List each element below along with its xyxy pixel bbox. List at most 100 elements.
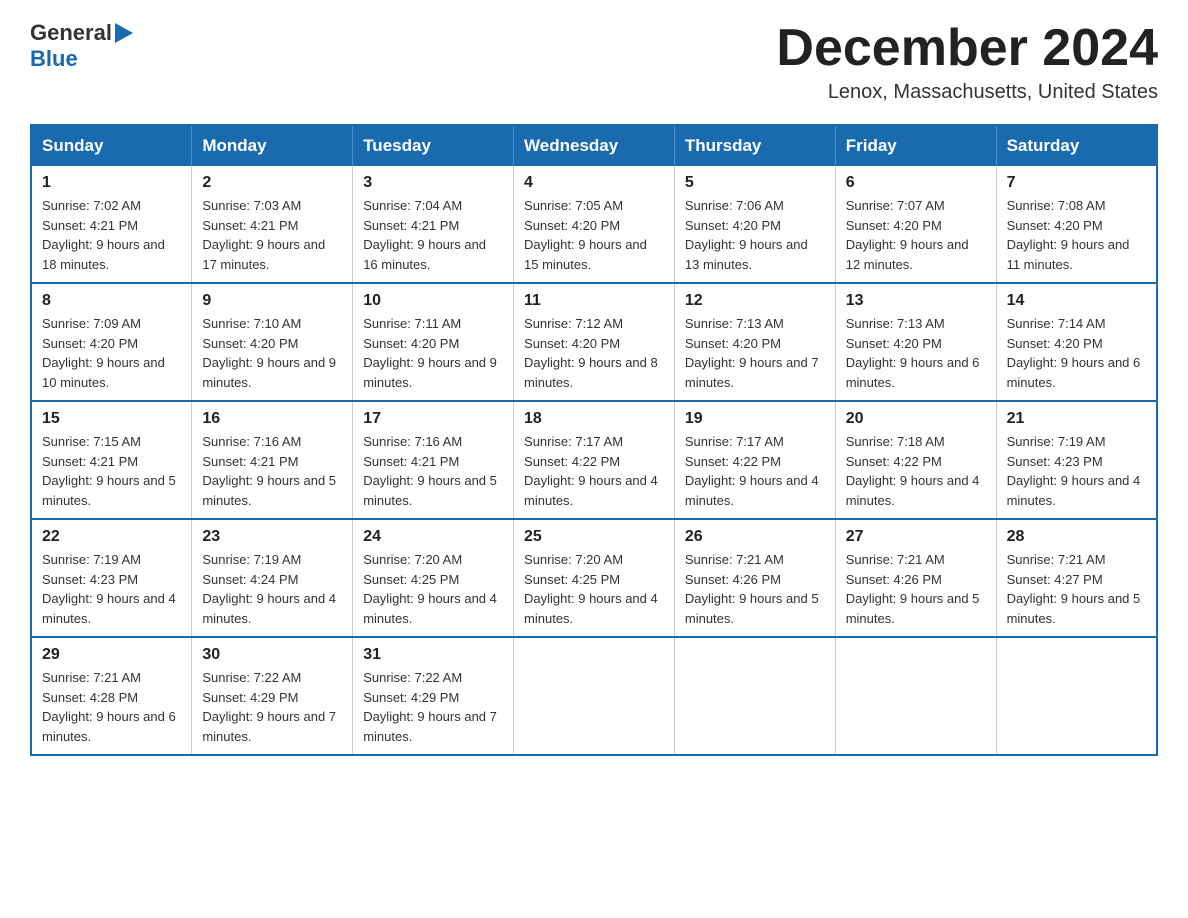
day-number: 2: [202, 174, 342, 192]
day-number: 26: [685, 528, 825, 546]
day-number: 24: [363, 528, 503, 546]
day-info: Sunrise: 7:07 AM Sunset: 4:20 PM Dayligh…: [846, 196, 986, 274]
calendar-cell: [674, 637, 835, 755]
day-number: 18: [524, 410, 664, 428]
day-info: Sunrise: 7:16 AM Sunset: 4:21 PM Dayligh…: [363, 432, 503, 510]
day-number: 29: [42, 646, 181, 664]
calendar-cell: 21 Sunrise: 7:19 AM Sunset: 4:23 PM Dayl…: [996, 401, 1157, 519]
calendar-cell: 4 Sunrise: 7:05 AM Sunset: 4:20 PM Dayli…: [514, 166, 675, 283]
day-info: Sunrise: 7:02 AM Sunset: 4:21 PM Dayligh…: [42, 196, 181, 274]
day-number: 11: [524, 292, 664, 310]
calendar-cell: 2 Sunrise: 7:03 AM Sunset: 4:21 PM Dayli…: [192, 166, 353, 283]
day-info: Sunrise: 7:16 AM Sunset: 4:21 PM Dayligh…: [202, 432, 342, 510]
location-text: Lenox, Massachusetts, United States: [776, 81, 1158, 104]
day-info: Sunrise: 7:14 AM Sunset: 4:20 PM Dayligh…: [1007, 314, 1146, 392]
calendar-header-thursday: Thursday: [674, 125, 835, 166]
calendar-cell: 18 Sunrise: 7:17 AM Sunset: 4:22 PM Dayl…: [514, 401, 675, 519]
calendar-cell: 13 Sunrise: 7:13 AM Sunset: 4:20 PM Dayl…: [835, 283, 996, 401]
calendar-cell: 14 Sunrise: 7:14 AM Sunset: 4:20 PM Dayl…: [996, 283, 1157, 401]
calendar-header-saturday: Saturday: [996, 125, 1157, 166]
day-info: Sunrise: 7:22 AM Sunset: 4:29 PM Dayligh…: [363, 668, 503, 746]
calendar-cell: 10 Sunrise: 7:11 AM Sunset: 4:20 PM Dayl…: [353, 283, 514, 401]
day-info: Sunrise: 7:05 AM Sunset: 4:20 PM Dayligh…: [524, 196, 664, 274]
month-title: December 2024: [776, 20, 1158, 77]
day-number: 4: [524, 174, 664, 192]
day-info: Sunrise: 7:09 AM Sunset: 4:20 PM Dayligh…: [42, 314, 181, 392]
day-info: Sunrise: 7:04 AM Sunset: 4:21 PM Dayligh…: [363, 196, 503, 274]
page-header: General Blue December 2024 Lenox, Massac…: [30, 20, 1158, 104]
calendar-week-row: 15 Sunrise: 7:15 AM Sunset: 4:21 PM Dayl…: [31, 401, 1157, 519]
calendar-cell: 3 Sunrise: 7:04 AM Sunset: 4:21 PM Dayli…: [353, 166, 514, 283]
calendar-header-friday: Friday: [835, 125, 996, 166]
day-number: 7: [1007, 174, 1146, 192]
day-info: Sunrise: 7:19 AM Sunset: 4:24 PM Dayligh…: [202, 550, 342, 628]
calendar-cell: [835, 637, 996, 755]
day-number: 15: [42, 410, 181, 428]
day-info: Sunrise: 7:19 AM Sunset: 4:23 PM Dayligh…: [1007, 432, 1146, 510]
day-number: 22: [42, 528, 181, 546]
calendar-header-monday: Monday: [192, 125, 353, 166]
calendar-week-row: 8 Sunrise: 7:09 AM Sunset: 4:20 PM Dayli…: [31, 283, 1157, 401]
day-number: 9: [202, 292, 342, 310]
day-number: 3: [363, 174, 503, 192]
calendar-cell: 22 Sunrise: 7:19 AM Sunset: 4:23 PM Dayl…: [31, 519, 192, 637]
calendar-cell: 29 Sunrise: 7:21 AM Sunset: 4:28 PM Dayl…: [31, 637, 192, 755]
calendar-table: SundayMondayTuesdayWednesdayThursdayFrid…: [30, 124, 1158, 756]
calendar-cell: 11 Sunrise: 7:12 AM Sunset: 4:20 PM Dayl…: [514, 283, 675, 401]
calendar-cell: 19 Sunrise: 7:17 AM Sunset: 4:22 PM Dayl…: [674, 401, 835, 519]
logo-general-text: General: [30, 20, 112, 46]
calendar-cell: 15 Sunrise: 7:15 AM Sunset: 4:21 PM Dayl…: [31, 401, 192, 519]
day-number: 21: [1007, 410, 1146, 428]
day-number: 14: [1007, 292, 1146, 310]
day-number: 16: [202, 410, 342, 428]
calendar-header-tuesday: Tuesday: [353, 125, 514, 166]
calendar-cell: 27 Sunrise: 7:21 AM Sunset: 4:26 PM Dayl…: [835, 519, 996, 637]
day-number: 17: [363, 410, 503, 428]
day-number: 1: [42, 174, 181, 192]
day-number: 28: [1007, 528, 1146, 546]
logo: General Blue: [30, 20, 133, 72]
day-info: Sunrise: 7:10 AM Sunset: 4:20 PM Dayligh…: [202, 314, 342, 392]
calendar-cell: 8 Sunrise: 7:09 AM Sunset: 4:20 PM Dayli…: [31, 283, 192, 401]
day-number: 30: [202, 646, 342, 664]
day-info: Sunrise: 7:03 AM Sunset: 4:21 PM Dayligh…: [202, 196, 342, 274]
day-number: 5: [685, 174, 825, 192]
calendar-cell: 28 Sunrise: 7:21 AM Sunset: 4:27 PM Dayl…: [996, 519, 1157, 637]
title-block: December 2024 Lenox, Massachusetts, Unit…: [776, 20, 1158, 104]
calendar-cell: 30 Sunrise: 7:22 AM Sunset: 4:29 PM Dayl…: [192, 637, 353, 755]
calendar-cell: 12 Sunrise: 7:13 AM Sunset: 4:20 PM Dayl…: [674, 283, 835, 401]
day-info: Sunrise: 7:22 AM Sunset: 4:29 PM Dayligh…: [202, 668, 342, 746]
calendar-cell: 7 Sunrise: 7:08 AM Sunset: 4:20 PM Dayli…: [996, 166, 1157, 283]
day-number: 20: [846, 410, 986, 428]
day-info: Sunrise: 7:11 AM Sunset: 4:20 PM Dayligh…: [363, 314, 503, 392]
day-info: Sunrise: 7:19 AM Sunset: 4:23 PM Dayligh…: [42, 550, 181, 628]
day-number: 19: [685, 410, 825, 428]
calendar-cell: [514, 637, 675, 755]
day-info: Sunrise: 7:06 AM Sunset: 4:20 PM Dayligh…: [685, 196, 825, 274]
day-number: 8: [42, 292, 181, 310]
day-info: Sunrise: 7:20 AM Sunset: 4:25 PM Dayligh…: [524, 550, 664, 628]
day-number: 25: [524, 528, 664, 546]
day-number: 13: [846, 292, 986, 310]
day-number: 23: [202, 528, 342, 546]
day-info: Sunrise: 7:21 AM Sunset: 4:26 PM Dayligh…: [846, 550, 986, 628]
day-info: Sunrise: 7:13 AM Sunset: 4:20 PM Dayligh…: [846, 314, 986, 392]
logo-arrow-icon: [115, 23, 133, 43]
calendar-cell: 16 Sunrise: 7:16 AM Sunset: 4:21 PM Dayl…: [192, 401, 353, 519]
calendar-cell: 25 Sunrise: 7:20 AM Sunset: 4:25 PM Dayl…: [514, 519, 675, 637]
calendar-cell: 24 Sunrise: 7:20 AM Sunset: 4:25 PM Dayl…: [353, 519, 514, 637]
calendar-header-wednesday: Wednesday: [514, 125, 675, 166]
day-info: Sunrise: 7:21 AM Sunset: 4:27 PM Dayligh…: [1007, 550, 1146, 628]
day-info: Sunrise: 7:18 AM Sunset: 4:22 PM Dayligh…: [846, 432, 986, 510]
day-info: Sunrise: 7:20 AM Sunset: 4:25 PM Dayligh…: [363, 550, 503, 628]
day-info: Sunrise: 7:21 AM Sunset: 4:26 PM Dayligh…: [685, 550, 825, 628]
calendar-week-row: 29 Sunrise: 7:21 AM Sunset: 4:28 PM Dayl…: [31, 637, 1157, 755]
day-info: Sunrise: 7:21 AM Sunset: 4:28 PM Dayligh…: [42, 668, 181, 746]
day-info: Sunrise: 7:13 AM Sunset: 4:20 PM Dayligh…: [685, 314, 825, 392]
day-number: 27: [846, 528, 986, 546]
calendar-cell: 6 Sunrise: 7:07 AM Sunset: 4:20 PM Dayli…: [835, 166, 996, 283]
logo-blue-text: Blue: [30, 46, 78, 72]
calendar-cell: 20 Sunrise: 7:18 AM Sunset: 4:22 PM Dayl…: [835, 401, 996, 519]
calendar-cell: 26 Sunrise: 7:21 AM Sunset: 4:26 PM Dayl…: [674, 519, 835, 637]
day-number: 10: [363, 292, 503, 310]
